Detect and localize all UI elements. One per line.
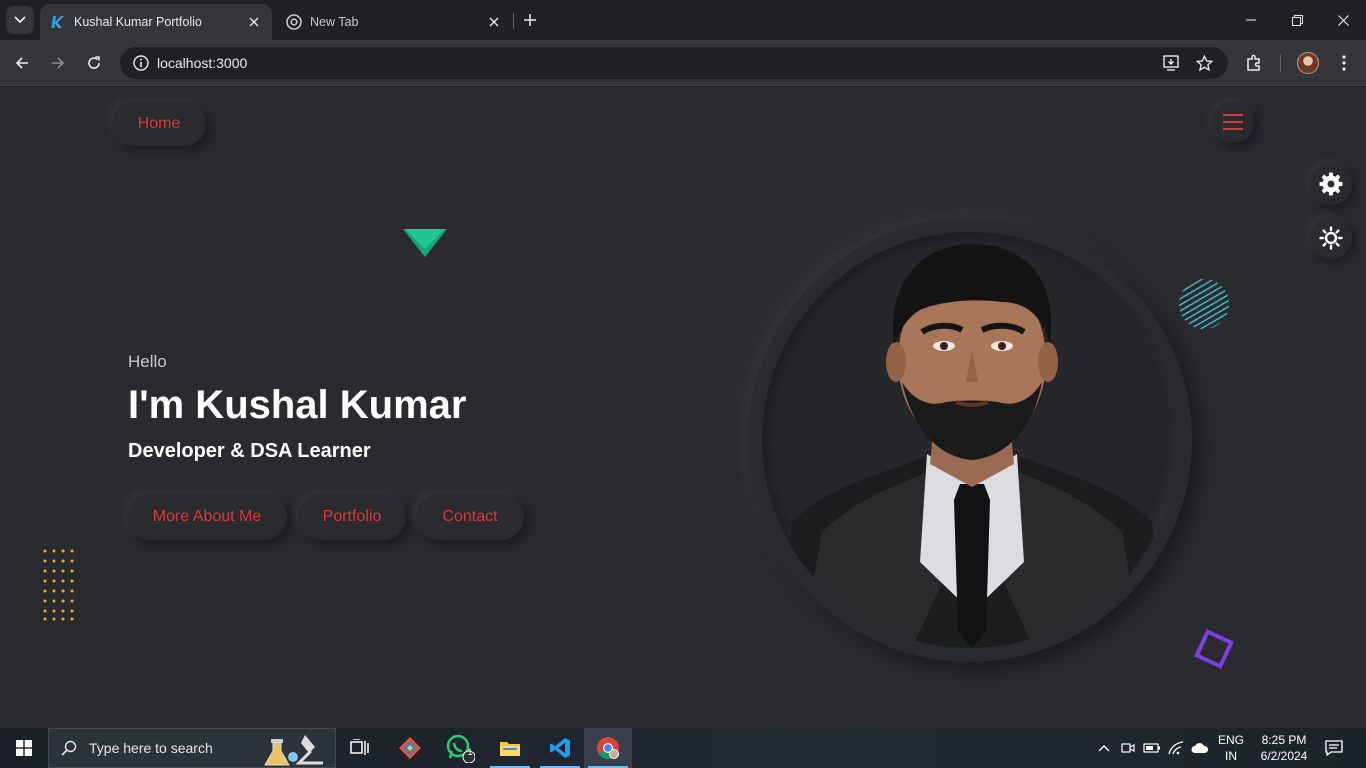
search-placeholder: Type here to search [89,740,213,756]
plus-icon [524,14,536,26]
restore-icon [1291,14,1303,26]
notification-icon [1325,740,1343,756]
notification-center-button[interactable] [1318,728,1350,768]
profile-button[interactable] [1294,49,1322,77]
start-button[interactable] [0,728,48,768]
chrome-icon [597,737,619,759]
portfolio-button[interactable]: Portfolio [298,494,406,540]
task-view-button[interactable] [336,728,384,768]
triangle-decoration [403,229,447,257]
new-tab-button[interactable] [518,8,542,32]
toolbar-separator [1280,54,1281,72]
k-logo-icon [50,14,66,30]
minimize-button[interactable] [1229,6,1273,34]
tab-title: Kushal Kumar Portfolio [74,15,202,29]
taskbar-app-file-explorer[interactable] [486,728,534,768]
close-window-button[interactable] [1321,6,1365,34]
task-view-icon [350,739,369,755]
clock-time: 8:25 PM [1261,733,1307,747]
taskbar-app-chrome[interactable] [584,728,632,768]
close-tab-icon[interactable] [244,12,264,32]
profile-photo-frame [748,218,1192,662]
chevron-down-icon [14,16,26,24]
hero-name: I'm Kushal Kumar [128,383,467,427]
square-decoration [1194,629,1234,669]
home-nav-button[interactable]: Home [112,102,206,146]
taskbar: Type here to search 1 ENG IN 8:25 PM 6/2… [0,728,1366,768]
show-hidden-icons-chevron-up-icon[interactable] [1094,738,1114,758]
reload-button[interactable] [80,49,108,77]
tab-portfolio[interactable]: Kushal Kumar Portfolio [40,4,272,40]
portfolio-page: Home Hello I'm Kushal Kumar Developer & … [0,87,1366,728]
language-indicator[interactable]: ENG IN [1216,732,1246,764]
profile-photo [762,232,1178,648]
wifi-icon[interactable] [1166,738,1186,758]
arrow-left-icon [15,57,28,69]
hamburger-icon [1223,112,1243,133]
bookmark-star-icon[interactable] [1192,52,1216,74]
more-vertical-icon [1342,55,1346,71]
search-icon [49,728,89,768]
folder-icon [500,742,520,756]
language-code: ENG [1217,733,1244,747]
theme-toggle-button[interactable] [1310,217,1352,259]
arrow-right-icon [52,57,65,69]
tab-title: New Tab [310,15,359,29]
settings-button[interactable] [1310,163,1352,205]
back-button[interactable] [8,49,36,77]
menu-button[interactable] [1212,101,1254,143]
chrome-icon [286,14,302,30]
dots-decoration [43,549,74,621]
address-bar[interactable]: localhost:3000 [120,47,1228,79]
taskbar-search[interactable]: Type here to search [48,728,336,768]
region-code: IN [1225,749,1237,763]
science-illustration-icon [264,735,323,766]
striped-circle-decoration [1179,279,1229,329]
meet-now-icon[interactable] [1118,738,1138,758]
onedrive-cloud-icon[interactable] [1190,738,1210,758]
reload-icon [88,56,100,69]
tab-separator [513,13,514,29]
tab-search-button[interactable] [6,6,34,34]
url-text: localhost:3000 [157,55,248,71]
puzzle-icon [1247,54,1260,71]
install-app-icon[interactable] [1160,52,1184,74]
forward-button[interactable] [44,49,72,77]
restore-button[interactable] [1275,6,1319,34]
close-tab-icon[interactable] [484,12,504,32]
clock[interactable]: 8:25 PM 6/2/2024 [1252,732,1316,764]
taskbar-app-vscode[interactable] [536,728,584,768]
hero-role: Developer & DSA Learner [128,440,371,462]
taskbar-app-git[interactable] [386,728,434,768]
extensions-button[interactable] [1240,49,1268,77]
greeting-text: Hello [128,352,167,371]
git-app-icon [399,737,421,759]
close-icon [1337,14,1349,26]
battery-icon[interactable] [1142,738,1162,758]
sun-icon [1319,226,1343,250]
tab-new-tab[interactable]: New Tab [276,4,512,40]
windows-icon [16,740,32,756]
browser-toolbar: localhost:3000 [0,40,1366,86]
site-info-icon[interactable] [130,52,152,74]
chrome-menu-button[interactable] [1330,49,1358,77]
taskbar-app-whatsapp[interactable]: 1 [436,728,484,768]
clock-date: 6/2/2024 [1260,749,1308,763]
tab-strip: Kushal Kumar Portfolio New Tab [0,0,1366,40]
vscode-icon [550,738,570,758]
contact-button[interactable]: Contact [416,494,524,540]
minimize-icon [1246,19,1256,21]
gear-icon [1319,172,1343,196]
avatar [1297,52,1319,74]
more-about-me-button[interactable]: More About Me [127,494,287,540]
whatsapp-badge: 1 [467,747,473,757]
